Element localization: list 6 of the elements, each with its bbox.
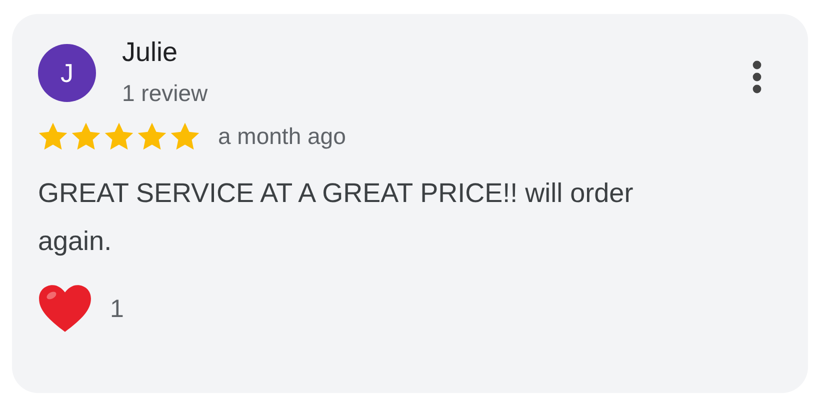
review-text: GREAT SERVICE AT A GREAT PRICE!! will order again.: [38, 177, 634, 258]
reviewer-name[interactable]: Julie: [122, 34, 752, 70]
review-time: a month ago: [218, 123, 346, 150]
review-count: 1 review: [122, 79, 209, 108]
avatar[interactable]: J: [38, 44, 96, 102]
like-count: 1: [110, 294, 124, 324]
